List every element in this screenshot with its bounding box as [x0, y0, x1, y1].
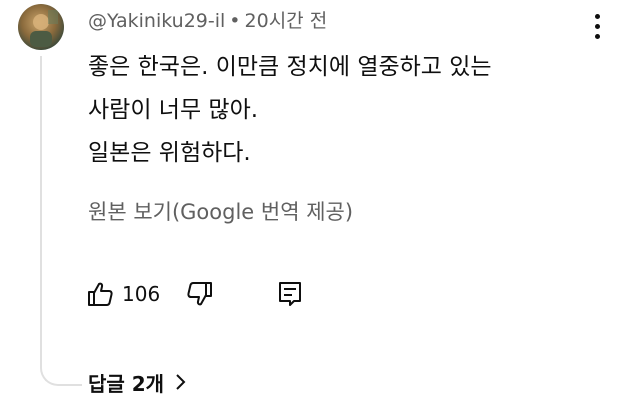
avatar[interactable] [18, 4, 64, 50]
comment-line: 좋은 한국은. 이만큼 정치에 열중하고 있는 [88, 54, 492, 80]
like-count: 106 [122, 282, 161, 306]
thumb-up-icon[interactable] [86, 280, 114, 308]
view-replies-button[interactable]: 답글 2개 [88, 368, 186, 397]
replies-label: 답글 2개 [88, 372, 165, 396]
comment-timestamp[interactable]: 20시간 전 [245, 10, 328, 32]
comment-text: 좋은 한국은. 이만큼 정치에 열중하고 있는 사람이 너무 많아. 일본은 위… [88, 46, 492, 175]
author-handle[interactable]: @Yakiniku29-il [88, 10, 225, 32]
meta-separator: • [229, 10, 241, 32]
thumb-down-icon[interactable] [186, 280, 214, 308]
chevron-right-icon [174, 372, 186, 396]
reply-icon[interactable] [276, 280, 304, 308]
comment-line: 사람이 너무 많아. [88, 97, 259, 123]
comment-card: @Yakiniku29-il • 20시간 전 좋은 한국은. 이만큼 정치에 열중… [0, 0, 640, 408]
see-original-link[interactable]: 원본 보기(Google 번역 제공) [88, 196, 353, 226]
comment-line: 일본은 위험하다. [88, 140, 251, 166]
more-vert-icon[interactable] [588, 12, 608, 42]
comment-meta: @Yakiniku29-il • 20시간 전 [88, 6, 327, 33]
reply-thread-line [40, 56, 82, 386]
